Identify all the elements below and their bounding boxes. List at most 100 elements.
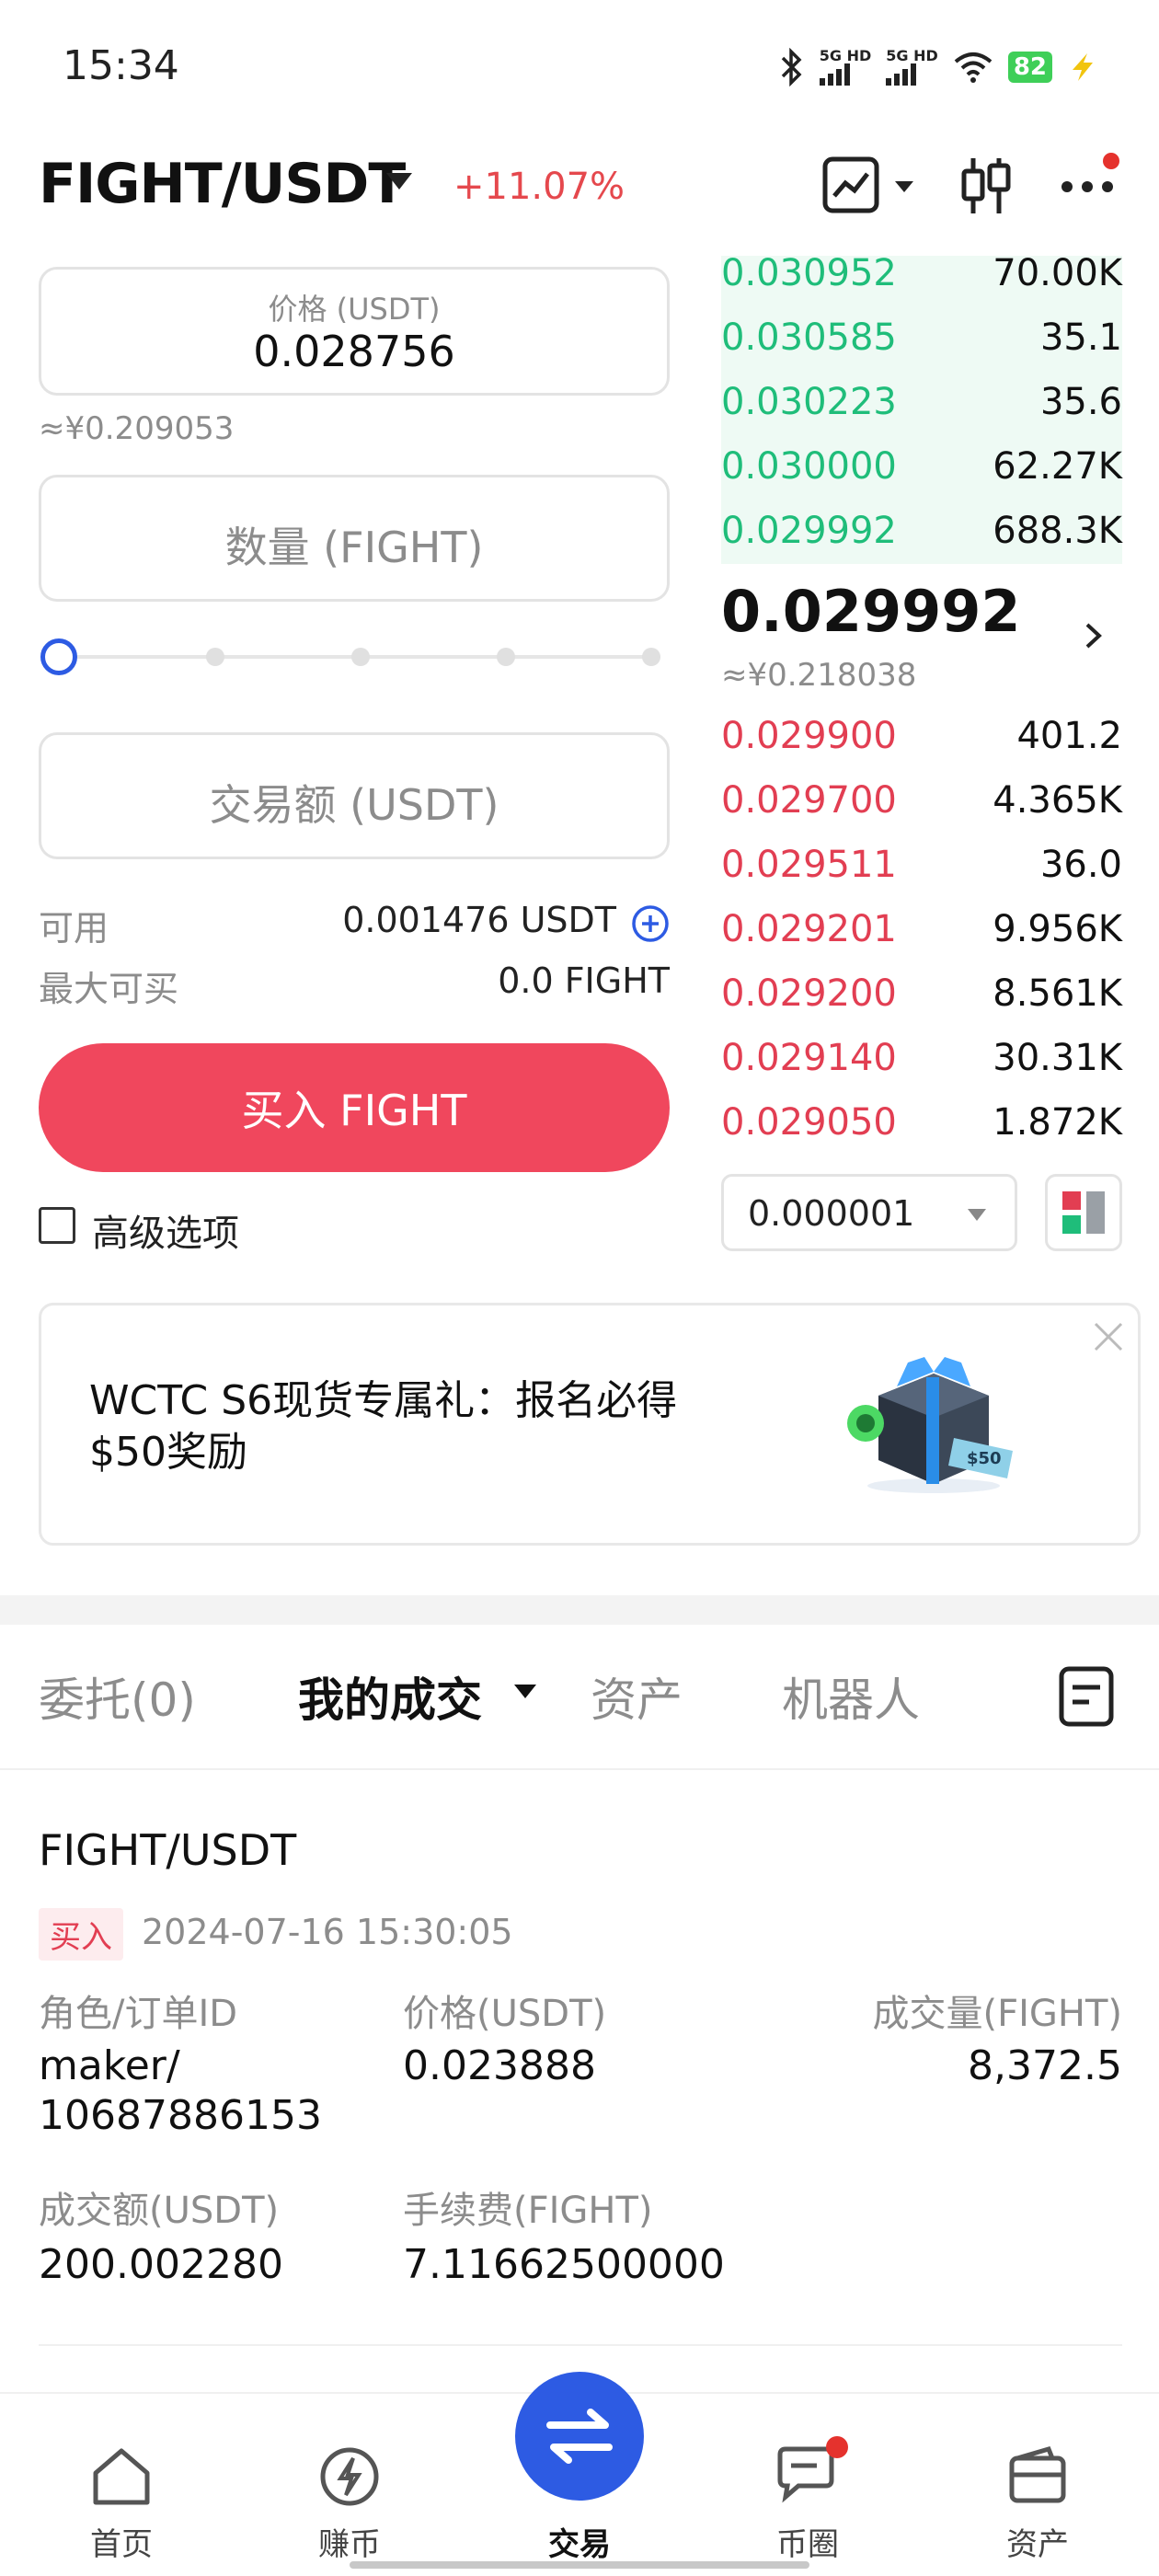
trade-pair: FIGHT/USDT [39,1825,297,1875]
promo-banner[interactable]: WCTC S6现货专属礼：报名必得 $50奖励 $50 [39,1303,1141,1546]
orderbook-qty: 30.31K [993,1037,1122,1079]
nav-trade-label: 交易 [548,2526,611,2563]
last-price[interactable]: 0.029992 [721,578,1021,645]
status-time: 15:34 [63,42,179,89]
orderbook-row[interactable]: 0.029700 4.365K [721,768,1122,833]
banner-line1: WCTC S6现货专属礼：报名必得 [89,1377,678,1424]
role-label: 角色/订单ID [39,1993,238,2035]
precision-value: 0.000001 [748,1193,915,1234]
price-input-label: 价格 (USDT) [268,292,441,327]
book-layout-icon [1062,1191,1105,1234]
chat-icon [777,2436,848,2503]
tabs-divider [0,1768,1159,1770]
total-placeholder: 交易额 (USDT) [209,780,499,830]
chart-line-icon [822,156,879,213]
home-icon [93,2448,150,2505]
section-divider [0,1595,1159,1625]
gift-box-icon: $50 [847,1357,1013,1493]
slider-handle[interactable] [40,638,77,675]
record-divider [39,2344,1122,2346]
slider-stop[interactable] [351,648,370,666]
chevron-down-icon[interactable] [513,1684,537,1700]
quantity-placeholder: 数量 (FIGHT) [224,523,484,572]
more-icon[interactable] [1058,152,1122,216]
tab-assets[interactable]: 资产 [591,1663,683,1730]
orderbook-row[interactable]: 0.029201 9.956K [721,897,1122,961]
orderbook-row[interactable]: 0.030223 35.6 [721,370,1122,434]
pair-title[interactable]: FIGHT/USDT [39,152,406,216]
chart-type-button[interactable] [821,152,923,216]
nav-assets-label: 资产 [1006,2526,1069,2563]
earn-icon [320,2447,379,2506]
last-price-cny: ≈¥0.218038 [721,657,917,694]
orderbook-qty: 4.365K [993,779,1122,822]
price-change: +11.07% [453,166,625,208]
wallet-icon [1009,2445,1066,2503]
sim2-label: 5G HD [886,47,938,64]
orderbook-qty: 688.3K [993,510,1122,552]
orderbook-qty: 8.561K [993,972,1122,1015]
orderbook-row[interactable]: 0.029992 688.3K [721,499,1122,563]
add-funds-icon[interactable] [631,904,670,943]
price-value: 0.023888 [403,2042,596,2089]
chevron-down-icon[interactable] [386,173,412,190]
orderbook-row[interactable]: 0.029511 36.0 [721,833,1122,897]
nav-home-label: 首页 [90,2526,153,2563]
banner-line2: $50奖励 [89,1429,247,1476]
trade-time: 2024-07-16 15:30:05 [142,1912,513,1952]
tab-orders[interactable]: 委托(0) [39,1663,196,1730]
volume-value: 8,372.5 [968,2042,1122,2089]
chevron-right-icon[interactable] [1084,622,1104,650]
buy-button[interactable]: 买入 FIGHT [39,1043,670,1172]
quantity-input[interactable]: 数量 (FIGHT) [39,475,670,602]
advanced-label: 高级选项 [92,1213,239,1255]
orderbook-price: 0.029992 [721,510,897,552]
available-value: 0.001476 USDT [342,900,616,940]
precision-select[interactable]: 0.000001 [721,1174,1017,1251]
orderbook-row[interactable]: 0.030000 62.27K [721,434,1122,499]
chevron-down-icon [895,181,913,192]
total-input[interactable]: 交易额 (USDT) [39,732,670,859]
tab-robot[interactable]: 机器人 [782,1663,920,1730]
fee-label: 手续费(FIGHT) [403,2190,653,2232]
chevron-down-icon [968,1209,986,1221]
max-buy-label: 最大可买 [39,969,179,1009]
candlestick-icon[interactable] [957,156,1016,215]
trade-icon [515,2372,644,2501]
orderbook-qty: 35.1 [1039,316,1122,359]
orderbook-row[interactable]: 0.029050 1.872K [721,1090,1122,1155]
slider-stop[interactable] [206,648,224,666]
volume-label: 成交量(FIGHT) [872,1993,1122,2035]
orderbook-row[interactable]: 0.030585 35.1 [721,305,1122,370]
bluetooth-icon [781,48,802,86]
close-icon[interactable] [1092,1320,1125,1353]
role-value: maker/ [39,2042,180,2089]
order-history-icon[interactable] [1058,1665,1115,1728]
tab-my-trades[interactable]: 我的成交 [298,1663,482,1730]
orderbook-price: 0.029900 [721,715,897,757]
price-label: 价格(USDT) [403,1993,607,2035]
orderbook-row[interactable]: 0.030952 70.00K [721,241,1122,305]
slider-stop[interactable] [497,648,515,666]
home-indicator [350,2561,809,2569]
orderbook-qty: 401.2 [1016,715,1122,757]
orderbook-qty: 62.27K [993,445,1122,488]
max-buy-value: 0.0 FIGHT [498,960,670,1001]
orderbook-price: 0.029511 [721,844,897,886]
fee-value: 7.11662500000 [403,2241,725,2288]
orderbook-price: 0.030952 [721,252,897,294]
book-layout-button[interactable] [1045,1174,1122,1251]
sim1-label: 5G HD [819,47,872,64]
amount-slider[interactable] [39,635,670,681]
price-input-value: 0.028756 [253,327,455,376]
orderbook-qty: 9.956K [993,908,1122,950]
advanced-checkbox[interactable] [39,1207,75,1244]
orderbook-row[interactable]: 0.029900 401.2 [721,704,1122,768]
amount-label: 成交额(USDT) [39,2190,280,2232]
orderbook-row[interactable]: 0.029140 30.31K [721,1026,1122,1090]
orderbook-row[interactable]: 0.029200 8.561K [721,961,1122,1026]
order-id-value: 10687886153 [39,2092,322,2139]
slider-stop[interactable] [642,648,660,666]
signal-icon: 5G HD [819,47,872,86]
price-input[interactable]: 价格 (USDT) 0.028756 [39,267,670,396]
